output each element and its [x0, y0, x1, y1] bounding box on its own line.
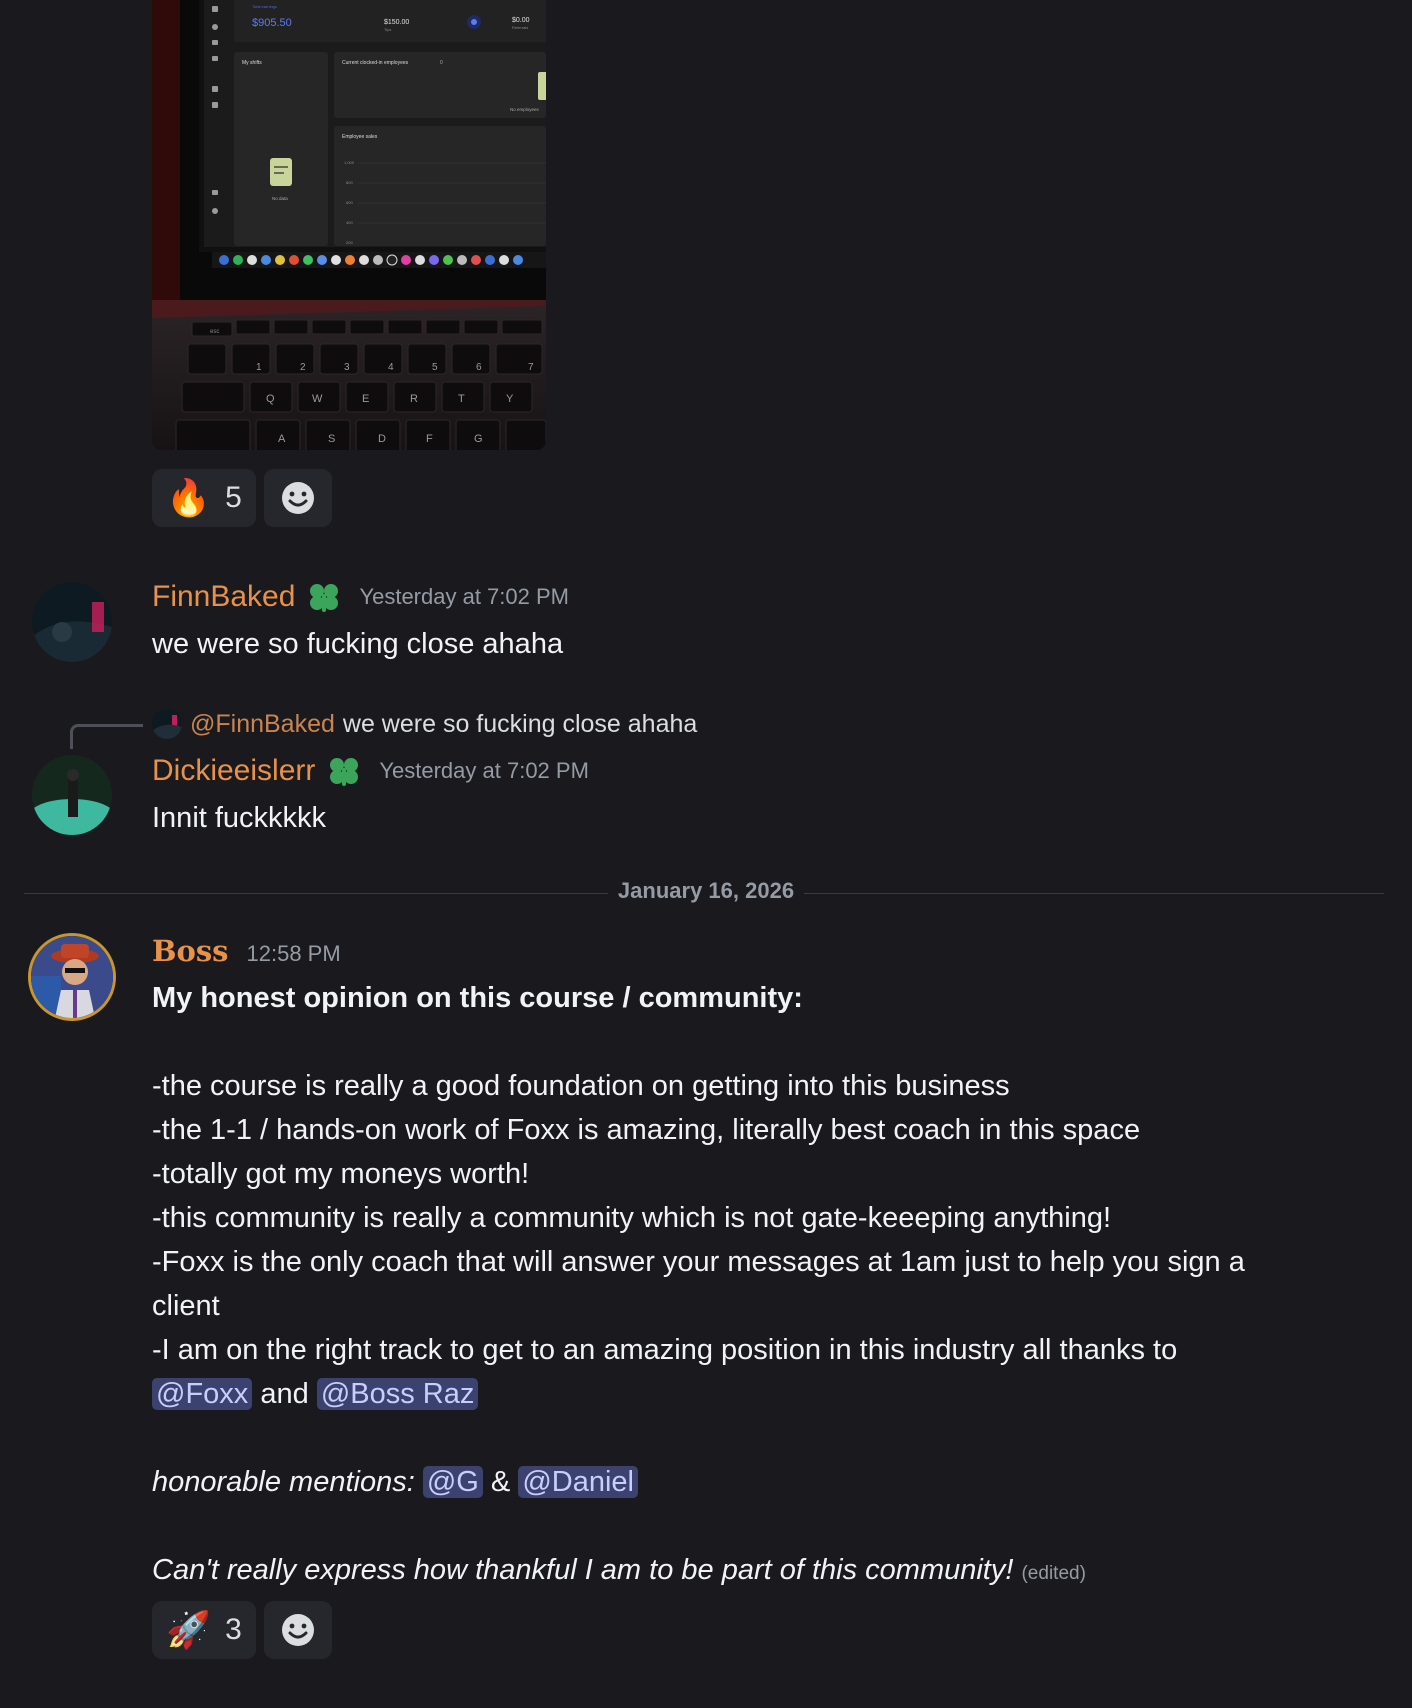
message-line: -totally got my moneys worth!: [152, 1158, 530, 1190]
smiley-icon: [282, 1614, 314, 1646]
message-line: -I am on the right track to get to an am…: [152, 1334, 1178, 1366]
svg-text:1,000: 1,000: [344, 160, 355, 165]
svg-text:W: W: [312, 393, 323, 405]
svg-text:800: 800: [346, 180, 353, 185]
reaction-count: 5: [225, 481, 242, 514]
add-reaction-button[interactable]: [264, 469, 332, 527]
svg-text:4: 4: [388, 362, 394, 373]
honorable-mentions-line: honorable mentions: @G & @Daniel: [152, 1460, 1382, 1504]
svg-text:Y: Y: [506, 393, 514, 405]
svg-text:400: 400: [346, 220, 353, 225]
svg-text:T: T: [458, 393, 465, 405]
clover-badge-icon: [310, 584, 339, 612]
svg-text:No data: No data: [272, 196, 288, 201]
clover-badge-icon: [330, 758, 359, 786]
svg-text:D: D: [378, 433, 386, 445]
svg-text:Referrals: Referrals: [512, 25, 528, 30]
smiley-icon: [282, 482, 314, 514]
message-text: we were so fucking close ahaha: [152, 628, 564, 660]
svg-text:7: 7: [528, 362, 534, 373]
date-divider-label: January 16, 2026: [607, 878, 805, 903]
reaction-rocket[interactable]: 🚀 3: [152, 1601, 256, 1659]
svg-text:2: 2: [300, 362, 306, 373]
timestamp[interactable]: 12:58 PM: [247, 941, 341, 967]
timestamp[interactable]: Yesterday at 7:02 PM: [379, 758, 589, 784]
closing-text: Can't really express how thankful I am t…: [152, 1554, 1014, 1586]
svg-text:F: F: [426, 433, 433, 445]
username[interactable]: Boss: [152, 934, 229, 968]
reply-avatar-icon: [152, 709, 182, 739]
svg-text:1: 1: [256, 362, 262, 373]
svg-text:$0.00: $0.00: [512, 17, 530, 24]
svg-text:$150.00: $150.00: [384, 19, 409, 26]
message-text: Innit fuckkkkk: [152, 802, 327, 834]
svg-text:A: A: [278, 433, 286, 445]
message-header: Boss 12:58 PM: [152, 934, 341, 968]
svg-text:Q: Q: [266, 393, 275, 405]
svg-text:Tips: Tips: [384, 27, 391, 32]
svg-text:esc: esc: [210, 329, 219, 335]
svg-text:My shifts: My shifts: [242, 60, 262, 66]
message-body: My honest opinion on this course / commu…: [152, 976, 1382, 1596]
svg-text:Current clocked-in employees: Current clocked-in employees: [342, 60, 409, 66]
message-line: -the course is really a good foundation …: [152, 1070, 1010, 1102]
edited-label: (edited): [1021, 1563, 1086, 1584]
svg-text:3: 3: [344, 362, 350, 373]
timestamp[interactable]: Yesterday at 7:02 PM: [359, 584, 569, 610]
username[interactable]: FinnBaked: [152, 580, 295, 614]
mention-daniel[interactable]: @Daniel: [518, 1466, 638, 1498]
message-line: client: [152, 1290, 220, 1322]
date-divider: January 16, 2026: [0, 878, 1412, 904]
ampersand-text: &: [490, 1466, 511, 1498]
reply-text: we were so fucking close ahaha: [342, 709, 698, 738]
svg-text:E: E: [362, 393, 369, 405]
honorable-label: honorable mentions:: [152, 1466, 415, 1498]
svg-text:G: G: [474, 433, 483, 445]
svg-text:5: 5: [432, 362, 438, 373]
message-header: FinnBaked Yesterday at 7:02 PM: [152, 580, 569, 614]
mention-boss-raz[interactable]: @Boss Raz: [316, 1378, 479, 1410]
username[interactable]: Dickieeislerr: [152, 754, 315, 788]
message-heading: My honest opinion on this course / commu…: [152, 982, 803, 1014]
svg-text:Total earnings: Total earnings: [252, 4, 277, 9]
svg-text:0: 0: [440, 60, 443, 66]
mention-g[interactable]: @G: [422, 1466, 483, 1498]
message-line-mentions: @Foxx and @Boss Raz: [152, 1372, 1382, 1416]
image-attachment[interactable]: Total earnings $905.50 $150.00 Tips $0.0…: [152, 0, 546, 450]
fire-emoji-icon: 🔥: [166, 477, 212, 518]
mention-foxx[interactable]: @Foxx: [152, 1378, 253, 1410]
reaction-fire[interactable]: 🔥 5: [152, 469, 256, 527]
rocket-emoji-icon: 🚀: [166, 1609, 212, 1650]
laptop-photo: Total earnings $905.50 $150.00 Tips $0.0…: [152, 0, 546, 450]
svg-text:R: R: [410, 393, 418, 405]
message-line: -this community is really a community wh…: [152, 1202, 1112, 1234]
message-header: Dickieeislerr Yesterday at 7:02 PM: [152, 754, 589, 788]
svg-text:No employees: No employees: [510, 107, 540, 112]
svg-text:$905.50: $905.50: [252, 17, 292, 29]
svg-text:600: 600: [346, 200, 353, 205]
avatar[interactable]: [32, 755, 112, 835]
svg-text:200: 200: [346, 240, 353, 245]
reply-preview[interactable]: @FinnBaked we were so fucking close ahah…: [152, 709, 697, 739]
and-text: and: [260, 1378, 309, 1410]
reaction-count: 3: [225, 1613, 242, 1646]
svg-text:6: 6: [476, 362, 482, 373]
add-reaction-button[interactable]: [264, 1601, 332, 1659]
avatar[interactable]: [28, 933, 116, 1021]
message-line: -the 1-1 / hands-on work of Foxx is amaz…: [152, 1114, 1141, 1146]
svg-text:S: S: [328, 433, 335, 445]
reply-spine: [70, 724, 143, 749]
svg-text:Employee sales: Employee sales: [342, 134, 378, 140]
message-line: -Foxx is the only coach that will answer…: [152, 1246, 1245, 1278]
avatar[interactable]: [32, 582, 112, 662]
reply-mention: @FinnBaked: [190, 709, 335, 738]
closing-line: Can't really express how thankful I am t…: [152, 1548, 1382, 1596]
